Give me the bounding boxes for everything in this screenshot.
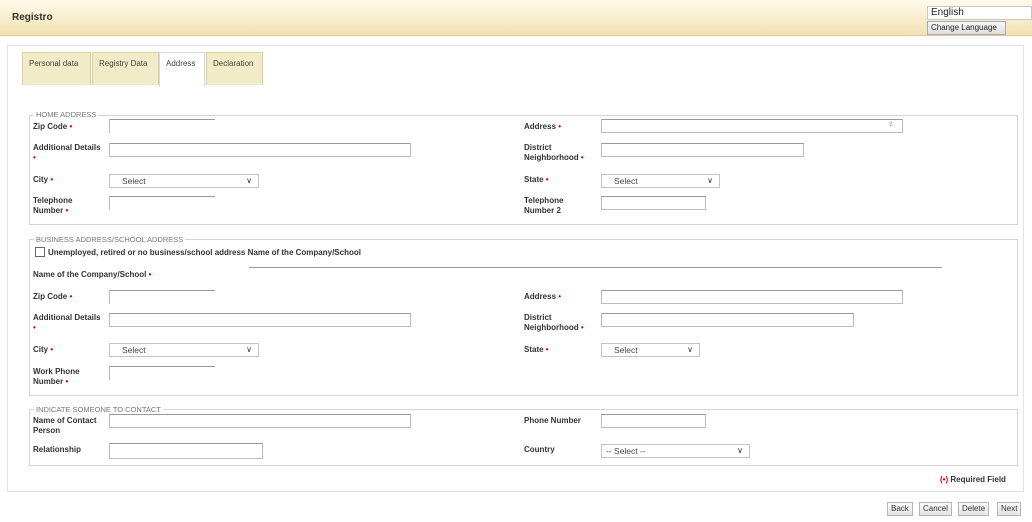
business-district-label: District Neighborhood •: [524, 313, 584, 332]
home-district-label: District Neighborhood •: [524, 143, 584, 162]
home-phone-input[interactable]: [109, 196, 215, 210]
home-state-label: State •: [524, 175, 549, 184]
work-phone-input[interactable]: [109, 366, 215, 380]
unemployed-label: Unemployed, retired or no business/schoo…: [48, 248, 361, 257]
change-language-button[interactable]: Change Language: [927, 21, 1006, 35]
tab-declaration[interactable]: Declaration: [206, 52, 263, 85]
business-address-label: Address •: [524, 292, 562, 301]
home-address-label: Address •: [524, 122, 562, 131]
chevron-down-icon: ∨: [737, 446, 743, 455]
company-input-line: [249, 267, 942, 268]
relationship-input[interactable]: [109, 443, 263, 459]
home-address-input[interactable]: [601, 119, 903, 133]
home-phone-label: Telephone Number •: [33, 196, 73, 215]
home-address-legend: HOME ADDRESS: [34, 110, 99, 119]
home-district-input[interactable]: [601, 143, 804, 157]
tab-registry-data[interactable]: Registry Data: [92, 52, 159, 85]
chevron-down-icon: ∨: [687, 345, 693, 354]
business-additional-label: Additional Details •: [33, 313, 101, 332]
business-additional-input[interactable]: [109, 313, 411, 327]
business-address-input[interactable]: [601, 290, 903, 304]
home-additional-input[interactable]: [109, 143, 411, 157]
business-zip-label: Zip Code •: [33, 292, 73, 301]
home-zip-input[interactable]: [109, 119, 215, 133]
home-zip-label: Zip Code •: [33, 122, 73, 131]
work-phone-label: Work Phone Number •: [33, 367, 80, 386]
business-state-select[interactable]: Select ∨: [601, 343, 700, 357]
home-city-select[interactable]: Select ∨: [109, 174, 259, 188]
home-city-label: City •: [33, 175, 54, 184]
contact-phone-label: Phone Number: [524, 416, 581, 425]
unemployed-checkbox[interactable]: [35, 247, 45, 257]
home-additional-label: Additional Details •: [33, 143, 101, 162]
business-city-select[interactable]: Select ∨: [109, 343, 259, 357]
top-bar: Registro: [0, 0, 1032, 36]
country-label: Country: [524, 445, 555, 454]
page-title: Registro: [12, 12, 53, 23]
language-select[interactable]: English: [927, 6, 1032, 20]
business-city-label: City •: [33, 345, 54, 354]
back-button[interactable]: Back: [887, 502, 913, 516]
business-district-input[interactable]: [601, 313, 854, 327]
contact-name-label: Name of Contact Person: [33, 416, 97, 435]
contact-phone-input[interactable]: [601, 414, 706, 428]
chevron-down-icon: ∨: [707, 176, 713, 185]
company-label: Name of the Company/School •: [33, 270, 152, 279]
home-phone2-input[interactable]: [601, 196, 706, 210]
home-phone2-label: Telephone Number 2: [524, 196, 564, 215]
tab-address[interactable]: Address: [159, 52, 205, 87]
country-select[interactable]: -- Select -- ∨: [601, 444, 750, 458]
cancel-button[interactable]: Cancel: [919, 502, 952, 516]
chevron-down-icon: ∨: [246, 176, 252, 185]
chevron-down-icon: ∨: [246, 345, 252, 354]
business-state-label: State •: [524, 345, 549, 354]
home-state-select[interactable]: Select ∨: [601, 174, 720, 188]
business-address-legend: BUSINESS ADDRESS/SCHOOL ADDRESS: [34, 235, 186, 244]
business-zip-input[interactable]: [109, 290, 215, 304]
contact-name-input[interactable]: [109, 414, 411, 428]
contact-legend: INDICATE SOMEONE TO CONTACT: [34, 405, 163, 414]
next-button[interactable]: Next: [997, 502, 1022, 516]
key-icon[interactable]: ♀: [887, 119, 895, 130]
delete-button[interactable]: Delete: [958, 502, 990, 516]
required-field-note: (•) Required Field: [940, 475, 1006, 484]
relationship-label: Relationship: [33, 445, 82, 454]
tab-personal-data[interactable]: Personal data: [22, 52, 91, 85]
